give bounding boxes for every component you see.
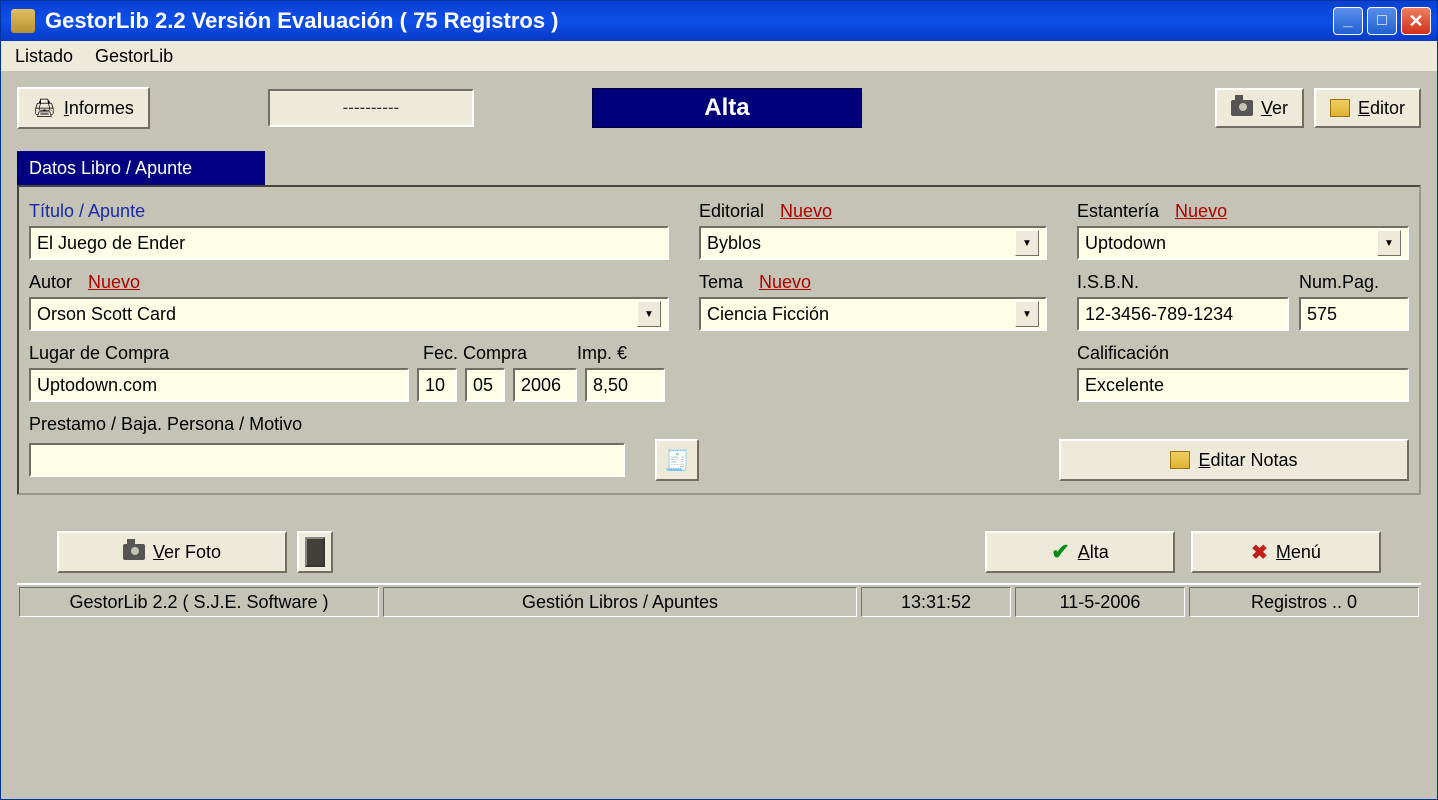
label-prestamo: Prestamo / Baja. Persona / Motivo bbox=[29, 414, 669, 435]
camera-icon bbox=[123, 544, 145, 560]
editor-icon bbox=[1330, 99, 1350, 117]
dash-indicator: ---------- bbox=[268, 89, 474, 127]
fec-mm-input[interactable] bbox=[465, 368, 505, 402]
fec-dd-input[interactable] bbox=[417, 368, 457, 402]
window-title: GestorLib 2.2 Versión Evaluación ( 75 Re… bbox=[45, 8, 1333, 34]
prestamo-input[interactable] bbox=[29, 443, 625, 477]
ver-button[interactable]: Ver bbox=[1215, 88, 1304, 128]
estanteria-combo[interactable]: Uptodown▼ bbox=[1077, 226, 1409, 260]
label-imp: Imp. € bbox=[577, 343, 657, 364]
label-tema: TemaNuevo bbox=[699, 272, 1047, 293]
editor-button[interactable]: Editor bbox=[1314, 88, 1421, 128]
nuevo-editorial-link[interactable]: Nuevo bbox=[780, 201, 832, 221]
mode-banner: Alta bbox=[592, 88, 862, 128]
app-icon bbox=[11, 9, 35, 33]
isbn-input[interactable] bbox=[1077, 297, 1289, 331]
window-controls: _ □ ✕ bbox=[1333, 7, 1431, 35]
menu-button[interactable]: Menú bbox=[1191, 531, 1381, 573]
autor-combo[interactable]: Orson Scott Card▼ bbox=[29, 297, 669, 331]
fec-yyyy-input[interactable] bbox=[513, 368, 577, 402]
editar-notas-button[interactable]: Editar Notas bbox=[1059, 439, 1409, 481]
toolbar: Informes ---------- Alta Ver Editor bbox=[17, 81, 1421, 135]
label-autor: AutorNuevo bbox=[29, 272, 669, 293]
status-center: Gestión Libros / Apuntes bbox=[383, 587, 857, 617]
titlebar: GestorLib 2.2 Versión Evaluación ( 75 Re… bbox=[1, 1, 1437, 41]
lugar-input[interactable] bbox=[29, 368, 409, 402]
chevron-down-icon[interactable]: ▼ bbox=[1377, 230, 1401, 256]
camera-icon bbox=[1231, 100, 1253, 116]
label-numpag: Num.Pag. bbox=[1299, 272, 1409, 293]
label-estanteria: EstanteríaNuevo bbox=[1077, 201, 1409, 222]
x-icon bbox=[1251, 540, 1268, 565]
alta-button[interactable]: Alta bbox=[985, 531, 1175, 573]
menu-gestorlib[interactable]: GestorLib bbox=[95, 46, 173, 67]
workspace: Informes ---------- Alta Ver Editor Dato… bbox=[1, 71, 1437, 799]
informes-label: nformes bbox=[69, 98, 134, 118]
app-window: GestorLib 2.2 Versión Evaluación ( 75 Re… bbox=[0, 0, 1438, 800]
bottom-buttons: Ver Foto Alta Menú bbox=[17, 531, 1421, 583]
editor-icon bbox=[1170, 451, 1190, 469]
status-date: 11-5-2006 bbox=[1015, 587, 1185, 617]
label-calificacion: Calificación bbox=[1077, 343, 1409, 364]
status-registros: Registros .. 0 bbox=[1189, 587, 1419, 617]
check-icon bbox=[1051, 539, 1069, 565]
label-editorial: EditorialNuevo bbox=[699, 201, 1047, 222]
chevron-down-icon[interactable]: ▼ bbox=[637, 301, 661, 327]
form-panel: Título / Apunte EditorialNuevo Estanterí… bbox=[17, 185, 1421, 495]
printer-icon bbox=[33, 98, 56, 119]
chevron-down-icon[interactable]: ▼ bbox=[1015, 301, 1039, 327]
imp-input[interactable] bbox=[585, 368, 665, 402]
editorial-combo[interactable]: Byblos▼ bbox=[699, 226, 1047, 260]
label-lugar: Lugar de Compra bbox=[29, 343, 409, 364]
scroll-icon bbox=[665, 447, 690, 473]
prestamo-history-button[interactable] bbox=[655, 439, 699, 481]
label-feccompra: Fec. Compra bbox=[423, 343, 563, 364]
ver-foto-button[interactable]: Ver Foto bbox=[57, 531, 287, 573]
menubar: Listado GestorLib bbox=[1, 41, 1437, 71]
nuevo-estanteria-link[interactable]: Nuevo bbox=[1175, 201, 1227, 221]
tema-combo[interactable]: Ciencia Ficción▼ bbox=[699, 297, 1047, 331]
titulo-input[interactable] bbox=[29, 226, 669, 260]
informes-button[interactable]: Informes bbox=[17, 87, 150, 129]
chevron-down-icon[interactable]: ▼ bbox=[1015, 230, 1039, 256]
calificacion-input[interactable] bbox=[1077, 368, 1409, 402]
menu-listado[interactable]: Listado bbox=[15, 46, 73, 67]
minimize-button[interactable]: _ bbox=[1333, 7, 1363, 35]
label-isbn: I.S.B.N. bbox=[1077, 272, 1289, 293]
status-time: 13:31:52 bbox=[861, 587, 1011, 617]
numpag-input[interactable] bbox=[1299, 297, 1409, 331]
close-button[interactable]: ✕ bbox=[1401, 7, 1431, 35]
tab-datos-libro[interactable]: Datos Libro / Apunte bbox=[17, 151, 265, 185]
label-titulo: Título / Apunte bbox=[29, 201, 669, 222]
door-icon bbox=[305, 537, 325, 567]
maximize-button[interactable]: □ bbox=[1367, 7, 1397, 35]
nuevo-tema-link[interactable]: Nuevo bbox=[759, 272, 811, 292]
foto-toggle-button[interactable] bbox=[297, 531, 333, 573]
status-app: GestorLib 2.2 ( S.J.E. Software ) bbox=[19, 587, 379, 617]
nuevo-autor-link[interactable]: Nuevo bbox=[88, 272, 140, 292]
statusbar: GestorLib 2.2 ( S.J.E. Software ) Gestió… bbox=[17, 583, 1421, 619]
